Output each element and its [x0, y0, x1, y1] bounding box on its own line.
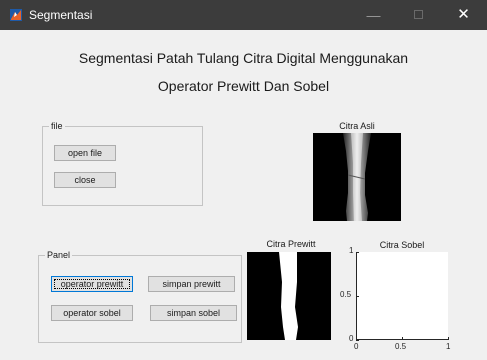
- x-axis-tick-label: 1: [446, 342, 451, 351]
- save-sobel-button[interactable]: simpan sobel: [150, 305, 237, 321]
- sobel-axes-title: Citra Sobel: [379, 240, 425, 250]
- y-axis-tick: [356, 252, 359, 253]
- x-axis-tick: [402, 337, 403, 340]
- panel-group-title: Panel: [45, 249, 73, 261]
- maximize-icon: [414, 10, 423, 20]
- prewitt-image-title: Citra Prewitt: [266, 239, 316, 249]
- operator-prewitt-button[interactable]: operator prewitt: [51, 276, 133, 292]
- window-title: Segmentasi: [29, 8, 93, 22]
- y-axis-tick-label: 1: [349, 246, 354, 255]
- original-image: [313, 133, 401, 221]
- open-file-button[interactable]: open file: [54, 145, 116, 161]
- prewitt-image: [247, 252, 331, 340]
- original-image-title: Citra Asli: [339, 121, 375, 131]
- close-button[interactable]: close: [54, 172, 116, 188]
- file-group-title: file: [49, 120, 65, 132]
- sobel-plot-area: [356, 252, 448, 340]
- y-axis-tick-label: 0.5: [340, 290, 352, 299]
- original-xray-image: [313, 133, 401, 221]
- file-group: file: [42, 120, 203, 206]
- minimize-button[interactable]: —: [351, 0, 396, 30]
- save-prewitt-button[interactable]: simpan prewitt: [148, 276, 235, 292]
- maximize-button[interactable]: [396, 0, 441, 30]
- x-axis-tick-label: 0.5: [395, 342, 407, 351]
- x-axis-tick-label: 0: [354, 342, 359, 351]
- prewitt-segmentation-image: [247, 252, 331, 340]
- operator-panel-group: Panel: [38, 249, 242, 343]
- matlab-icon: [10, 9, 22, 21]
- operator-sobel-button[interactable]: operator sobel: [51, 305, 133, 321]
- y-axis-tick-label: 0: [349, 334, 354, 343]
- window-titlebar: Segmentasi — ✕: [0, 0, 487, 30]
- y-axis-tick: [356, 296, 359, 297]
- x-axis-tick: [448, 337, 449, 340]
- page-title-line-1: Segmentasi Patah Tulang Citra Digital Me…: [78, 50, 409, 66]
- y-axis-tick: [356, 340, 359, 341]
- page-title-line-2: Operator Prewitt Dan Sobel: [157, 78, 330, 94]
- close-window-button[interactable]: ✕: [441, 0, 486, 30]
